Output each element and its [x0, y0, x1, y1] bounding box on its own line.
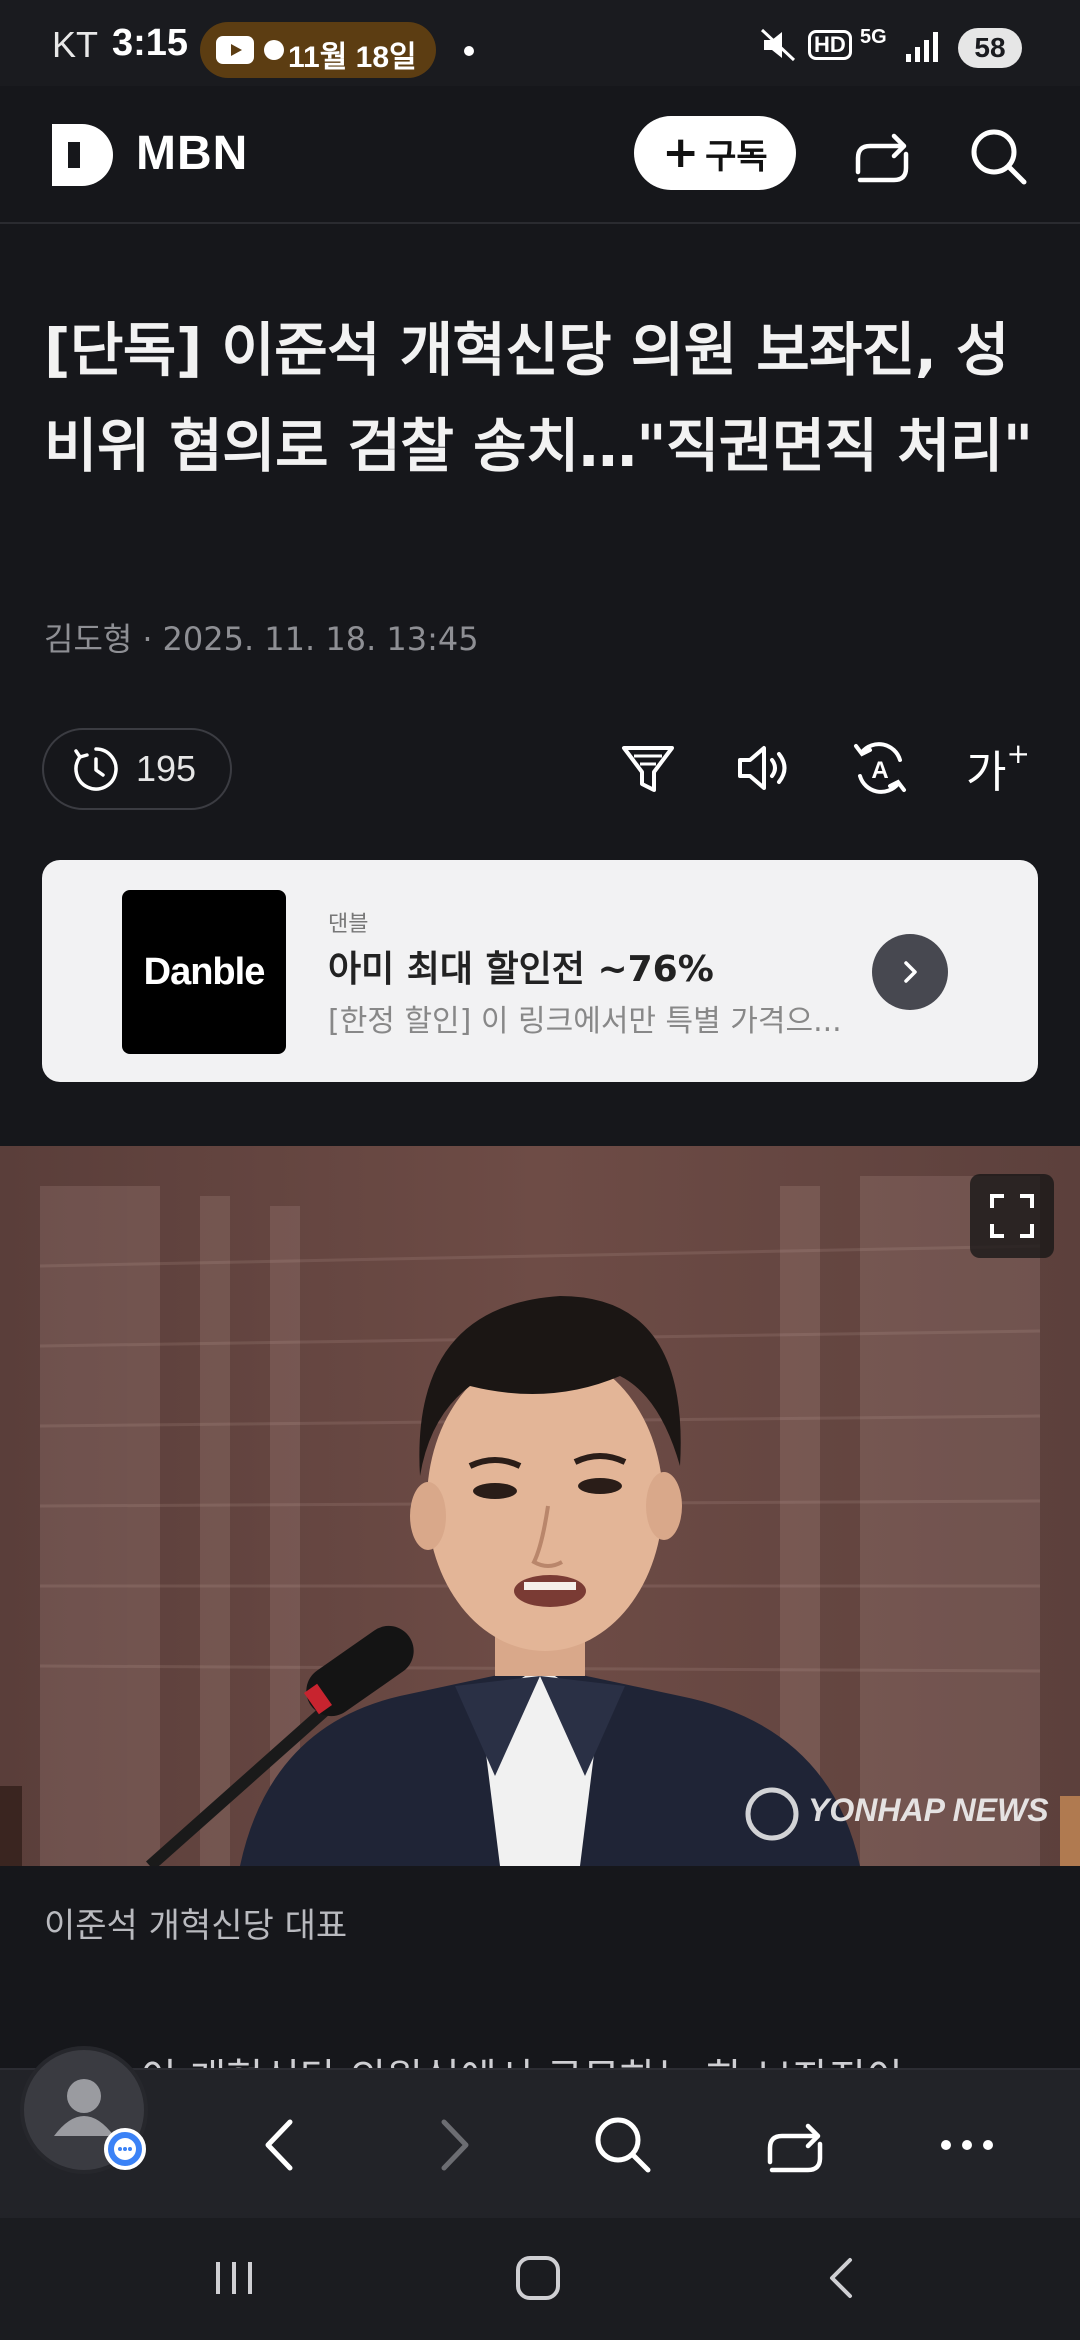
home-icon[interactable] [508, 2248, 568, 2308]
forward-icon[interactable] [420, 2112, 486, 2178]
chat-bubble-icon [104, 2128, 146, 2170]
author-name[interactable]: 김도형 [44, 620, 132, 658]
mbn-logo-icon[interactable] [52, 124, 116, 186]
portrait-illustration [0, 1146, 1080, 1866]
recording-dot-icon [264, 40, 284, 60]
byline-separator: · [142, 620, 153, 658]
signal-icon [906, 32, 938, 62]
article-photo[interactable] [0, 1146, 1080, 1866]
ad-logo: Danble [122, 890, 286, 1054]
speaker-icon[interactable] [734, 738, 794, 798]
hd-voice-icon: HD [808, 30, 852, 60]
ad-open-button[interactable] [872, 934, 948, 1010]
font-size-icon[interactable]: 가+ [966, 736, 1030, 800]
app-header: MBN + 구독 [0, 86, 1080, 224]
article-byline: 김도형 · 2025. 11. 18. 13:45 [44, 614, 479, 660]
svg-text:A: A [871, 757, 888, 784]
translate-icon[interactable]: A [850, 738, 910, 798]
font-size-label: 가 [966, 747, 1007, 798]
share-icon[interactable] [762, 2112, 828, 2178]
battery-indicator: 58 [958, 28, 1022, 68]
ad-banner[interactable]: Danble 댄블 아미 최대 할인전 ~76% [한정 할인] 이 링크에서만… [42, 860, 1038, 1082]
system-back-icon[interactable] [812, 2248, 872, 2308]
ad-brand: 댄블 [328, 912, 369, 937]
expand-icon [990, 1194, 1034, 1238]
plus-icon: + [662, 127, 700, 178]
system-navigation-bar [0, 2218, 1080, 2340]
youtube-icon [216, 36, 254, 64]
search-icon[interactable] [968, 126, 1028, 186]
photo-caption: 이준석 개혁신당 대표 [44, 1906, 348, 1946]
fullscreen-button[interactable] [970, 1174, 1054, 1258]
font-size-plus: + [1006, 737, 1030, 771]
notification-pill[interactable]: 11월 18일 [200, 22, 436, 78]
back-icon[interactable] [248, 2112, 314, 2178]
publish-datetime: 2025. 11. 18. 13:45 [162, 620, 479, 658]
subscribe-button[interactable]: + 구독 [634, 116, 796, 190]
status-icons: HD 5G 58 [760, 0, 1080, 86]
clock: 3:15 [112, 22, 189, 64]
network-5g-icon: 5G [860, 26, 887, 48]
notification-text: 11월 18일 [288, 41, 417, 74]
photo-credit-watermark: YONHAP NEWS [808, 1792, 1049, 1828]
mute-icon [760, 28, 796, 62]
recent-apps-icon[interactable] [204, 2248, 264, 2308]
more-notifications-dot-icon [464, 46, 474, 56]
reading-count-pill[interactable]: 195 [42, 728, 232, 810]
search-icon[interactable] [590, 2112, 656, 2178]
more-icon[interactable] [934, 2112, 1000, 2178]
carrier-label: KT [52, 24, 99, 65]
ad-title: 아미 최대 할인전 ~76% [328, 949, 714, 990]
status-bar: KT 3:15 11월 18일 HD 5G 58 [0, 0, 1080, 86]
share-icon[interactable] [852, 126, 912, 186]
article-headline: [단독] 이준석 개혁신당 의원 보좌진, 성비위 혐의로 검찰 송치…"직권면… [44, 316, 1033, 480]
chevron-right-icon [904, 961, 917, 983]
brand-name[interactable]: MBN [136, 126, 248, 181]
ad-description: [한정 할인] 이 링크에서만 특별 가격으... [328, 1004, 842, 1039]
subscribe-label: 구독 [705, 136, 768, 177]
browser-toolbar [0, 2068, 1080, 2218]
filter-icon[interactable] [618, 738, 678, 798]
reading-count: 195 [136, 748, 197, 789]
clock-icon [74, 747, 118, 791]
